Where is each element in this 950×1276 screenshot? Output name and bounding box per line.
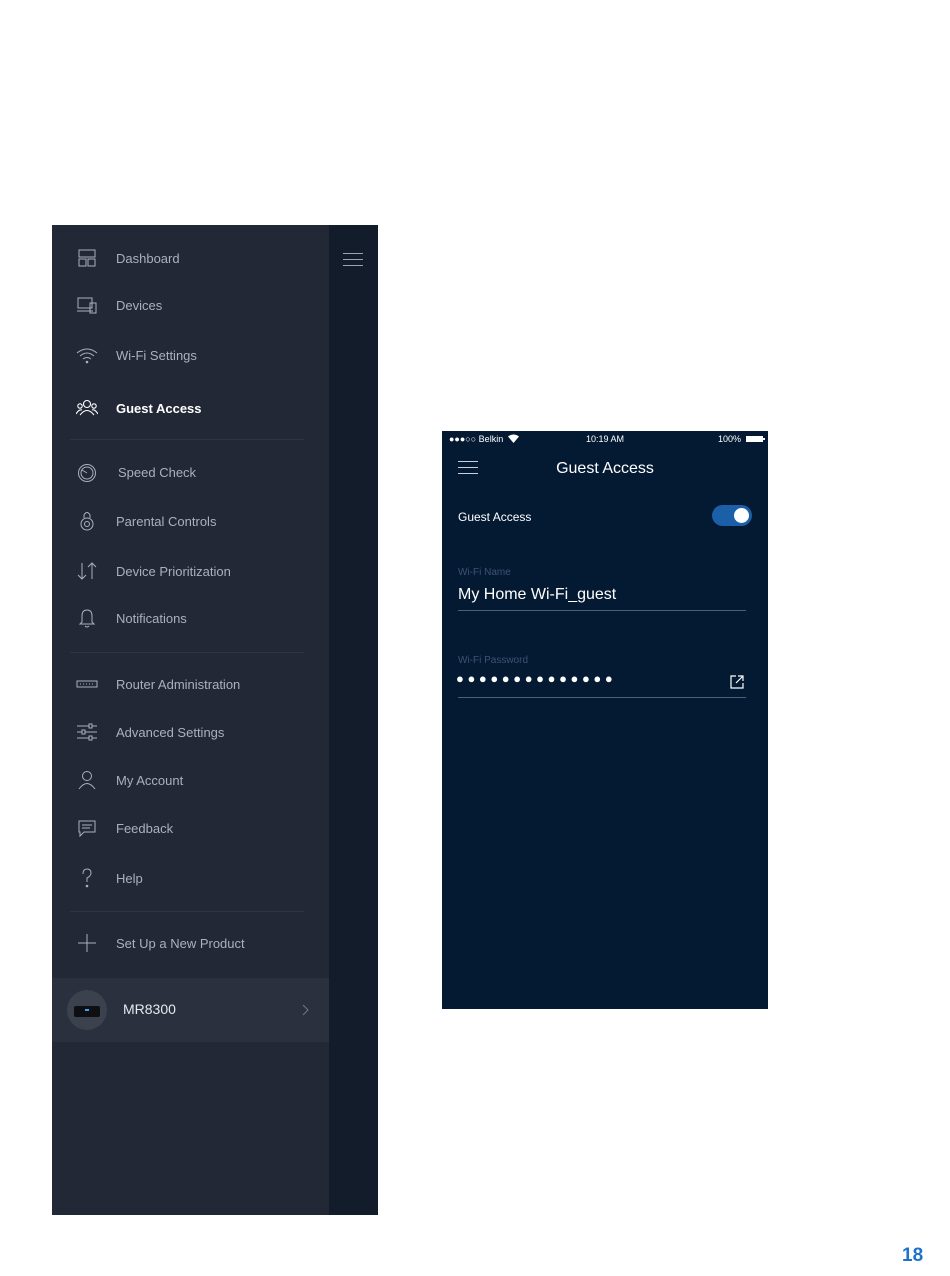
plus-icon — [75, 931, 99, 955]
field-underline — [458, 697, 746, 698]
question-icon — [75, 866, 99, 890]
menu-item-device-prioritization[interactable]: Device Prioritization — [52, 551, 329, 591]
menu-item-label: Notifications — [116, 610, 187, 626]
chevron-right-icon — [302, 1004, 309, 1016]
menu-item-guest-access[interactable]: Guest Access — [52, 388, 329, 428]
menu-item-label: Device Prioritization — [116, 563, 231, 579]
menu-item-label: Wi-Fi Settings — [116, 347, 197, 363]
menu-item-label: My Account — [116, 772, 184, 788]
menu-divider — [70, 652, 304, 653]
speedometer-icon — [75, 460, 99, 484]
router-icon — [75, 672, 99, 696]
collapsed-content-strip — [329, 225, 378, 1215]
priority-arrows-icon — [75, 559, 99, 583]
menu-divider — [70, 911, 304, 912]
battery-percentage: 100% — [717, 434, 741, 444]
menu-item-notifications[interactable]: Notifications — [52, 598, 329, 638]
menu-item-parental-controls[interactable]: Parental Controls — [52, 501, 329, 541]
bell-icon — [75, 606, 99, 630]
guest-access-label: Guest Access — [458, 510, 532, 524]
share-icon[interactable] — [729, 674, 745, 690]
navigation-menu: Dashboard Devices Wi-Fi Settings Guest A… — [52, 225, 378, 1215]
menu-item-advanced-settings[interactable]: Advanced Settings — [52, 712, 329, 752]
chat-bubble-icon — [75, 816, 99, 840]
menu-divider — [70, 439, 304, 440]
menu-item-label: Dashboard — [116, 250, 180, 266]
wifi-icon — [75, 343, 99, 367]
router-avatar — [67, 990, 107, 1030]
menu-item-label: Guest Access — [116, 400, 202, 416]
page-number: 18 — [902, 1245, 924, 1266]
menu-item-feedback[interactable]: Feedback — [52, 808, 329, 848]
menu-item-label: Help — [116, 870, 143, 886]
device-selector[interactable]: MR8300 — [52, 978, 329, 1042]
menu-item-label: Speed Check — [118, 464, 197, 480]
menu-item-my-account[interactable]: My Account — [52, 760, 329, 800]
page-title: Guest Access — [556, 460, 654, 477]
parental-controls-icon — [75, 509, 99, 533]
menu-item-help[interactable]: Help — [52, 858, 329, 898]
wifi-name-label: Wi-Fi Name — [458, 567, 511, 578]
guest-access-toggle[interactable] — [712, 505, 752, 526]
device-name: MR8300 — [123, 1001, 176, 1017]
menu-item-label: Feedback — [116, 820, 174, 836]
menu-item-label: Devices — [116, 297, 163, 313]
field-underline — [458, 610, 746, 611]
sliders-icon — [75, 720, 99, 744]
menu-item-devices[interactable]: Devices — [52, 285, 329, 325]
wifi-password-label: Wi-Fi Password — [458, 655, 529, 666]
menu-item-set-up-new-product[interactable]: Set Up a New Product — [52, 923, 329, 963]
menu-item-label: Set Up a New Product — [116, 935, 245, 951]
wifi-password-field[interactable]: ●●●●●●●●●●●●●● — [456, 671, 616, 686]
menu-item-label: Advanced Settings — [116, 724, 225, 740]
menu-item-label: Router Administration — [116, 676, 241, 692]
devices-icon — [75, 293, 99, 317]
wifi-name-field[interactable]: My Home Wi-Fi_guest — [458, 586, 616, 604]
menu-item-wifi-settings[interactable]: Wi-Fi Settings — [52, 335, 329, 375]
battery-icon — [746, 436, 765, 442]
hamburger-menu-icon[interactable] — [343, 253, 363, 267]
guest-access-icon — [75, 396, 99, 420]
menu-item-dashboard[interactable]: Dashboard — [52, 238, 329, 278]
menu-item-label: Parental Controls — [116, 513, 217, 529]
phone-screen: ●●●○○ Belkin 10:19 AM 100% Guest Access … — [442, 431, 768, 1009]
status-bar: ●●●○○ Belkin 10:19 AM 100% — [442, 431, 768, 449]
dashboard-icon — [75, 246, 99, 270]
menu-item-speed-check[interactable]: Speed Check — [52, 452, 329, 492]
user-icon — [75, 768, 99, 792]
menu-item-router-administration[interactable]: Router Administration — [52, 664, 329, 704]
